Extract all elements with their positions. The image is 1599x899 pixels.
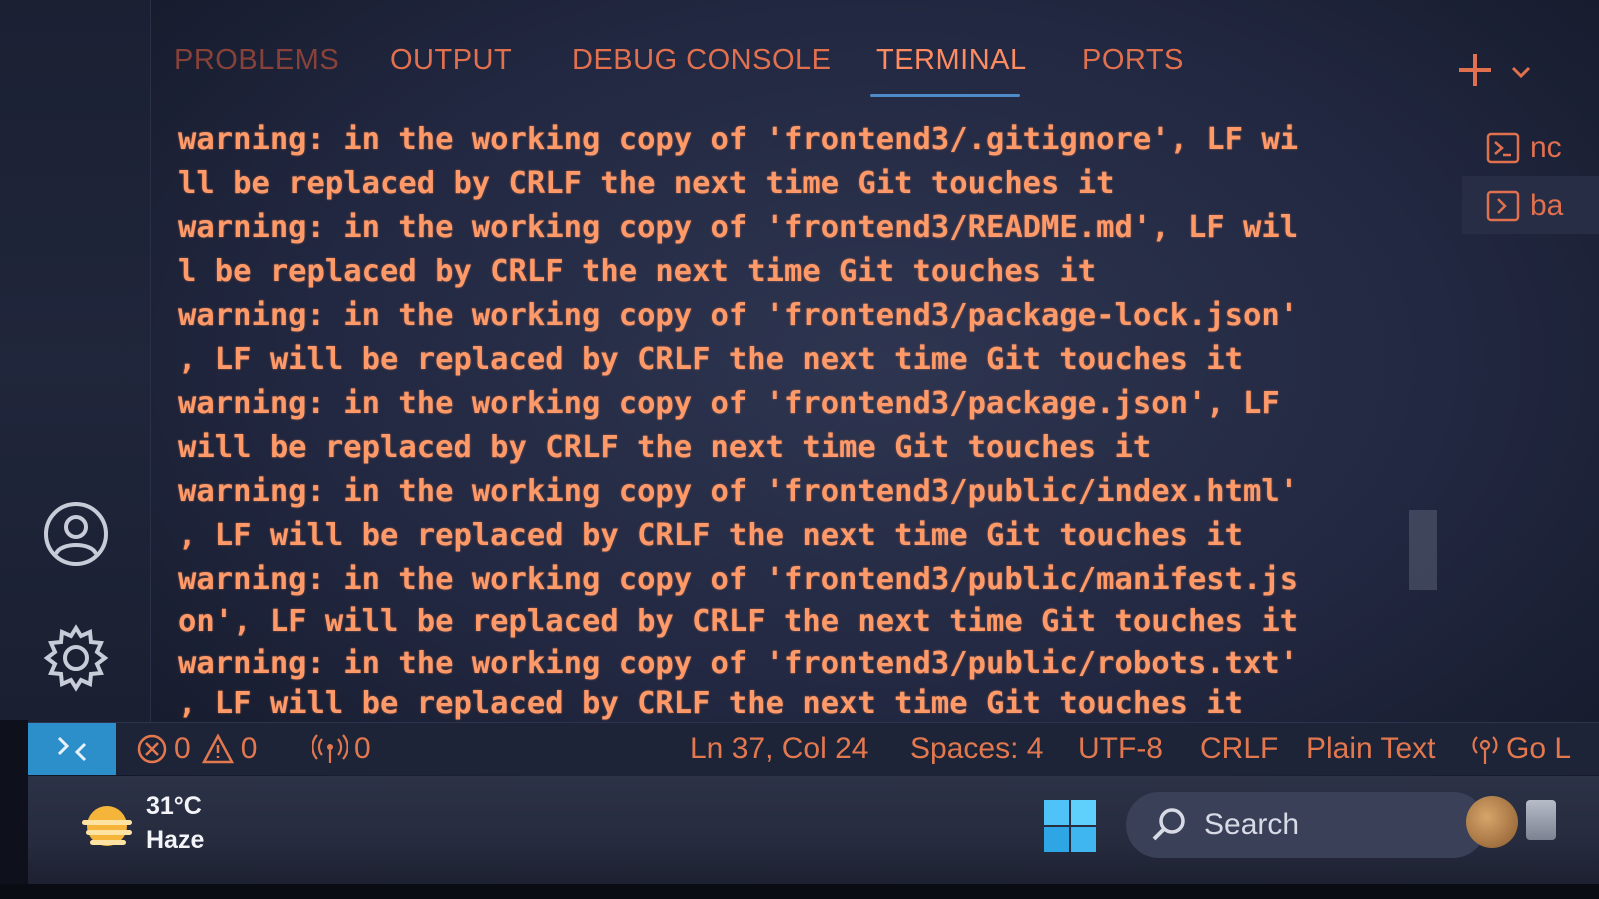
broadcast-icon <box>312 734 348 763</box>
app-icon[interactable] <box>1526 800 1556 840</box>
terminal-list-label: ba <box>1530 189 1564 222</box>
taskbar-apps <box>1466 794 1586 854</box>
terminal-line: , LF will be replaced by CRLF the next t… <box>178 518 1244 553</box>
start-button[interactable] <box>1042 798 1098 854</box>
terminal-line: l be replaced by CRLF the next time Git … <box>178 254 1097 289</box>
ports-count: 0 <box>354 732 371 765</box>
error-count: 0 <box>174 732 191 765</box>
terminal-line: , LF will be replaced by CRLF the next t… <box>178 342 1244 377</box>
ports-status[interactable]: 0 <box>312 723 371 775</box>
terminal-line: warning: in the working copy of 'fronten… <box>178 386 1280 421</box>
encoding-status[interactable]: UTF-8 <box>1078 723 1163 775</box>
problems-status[interactable]: 0 0 <box>136 723 257 775</box>
terminal-scrollbar[interactable] <box>1409 510 1437 590</box>
indentation-status[interactable]: Spaces: 4 <box>910 723 1043 775</box>
terminal-line: warning: in the working copy of 'fronten… <box>178 562 1299 597</box>
tab-problems[interactable]: PROBLEMS <box>174 44 339 77</box>
go-live-label: Go L <box>1506 732 1572 765</box>
terminal-line: warning: in the working copy of 'fronten… <box>178 122 1299 157</box>
bezel <box>0 884 1599 899</box>
activity-bar <box>0 0 151 732</box>
terminal-line: warning: in the working copy of 'fronten… <box>178 210 1299 245</box>
active-tab-indicator <box>870 94 1020 97</box>
weather-temperature: 31°C <box>146 792 202 820</box>
accounts-icon[interactable] <box>40 498 112 570</box>
terminal-list-label: nc <box>1530 131 1562 164</box>
tab-output[interactable]: OUTPUT <box>390 44 512 77</box>
taskbar-search[interactable]: Search <box>1126 792 1486 858</box>
chevron-down-icon[interactable] <box>1509 60 1533 84</box>
remote-indicator-button[interactable] <box>28 723 116 775</box>
status-bar: 0 0 0 Ln 37, Col 24 Spaces: 4 UTF-8 CRLF… <box>28 722 1599 775</box>
weather-condition: Haze <box>146 826 205 854</box>
go-live-icon <box>1472 736 1498 764</box>
language-mode[interactable]: Plain Text <box>1306 723 1436 775</box>
eol-status[interactable]: CRLF <box>1200 723 1278 775</box>
screen: PROBLEMS OUTPUT DEBUG CONSOLE TERMINAL P… <box>0 0 1599 899</box>
terminal-line: ll be replaced by CRLF the next time Git… <box>178 166 1115 201</box>
search-icon <box>1152 808 1185 841</box>
search-label: Search <box>1204 808 1300 841</box>
tab-debug-console[interactable]: DEBUG CONSOLE <box>572 44 832 77</box>
terminal-output[interactable]: warning: in the working copy of 'fronten… <box>150 108 1440 721</box>
terminal-list-item[interactable]: nc <box>1486 126 1562 170</box>
terminal-line: warning: in the working copy of 'fronten… <box>178 298 1299 333</box>
terminal-line: , LF will be replaced by CRLF the next t… <box>178 686 1244 721</box>
taskbar: 31°C Haze Search <box>28 776 1599 886</box>
panel-tabs: PROBLEMS OUTPUT DEBUG CONSOLE TERMINAL P… <box>150 30 1599 100</box>
terminal-line: warning: in the working copy of 'fronten… <box>178 646 1299 681</box>
remote-icon <box>57 736 87 762</box>
terminal-list: nc ba <box>1462 118 1599 238</box>
tab-terminal[interactable]: TERMINAL <box>876 44 1027 77</box>
avatar[interactable] <box>1466 796 1518 848</box>
new-terminal-plus-icon[interactable] <box>1455 50 1495 90</box>
panel-actions <box>1455 46 1545 96</box>
terminal-line: warning: in the working copy of 'fronten… <box>178 474 1299 509</box>
warning-count: 0 <box>240 732 258 765</box>
cursor-position[interactable]: Ln 37, Col 24 <box>690 723 868 775</box>
weather-widget[interactable]: 31°C Haze <box>78 792 258 862</box>
terminal-line: on', LF will be replaced by CRLF the nex… <box>178 604 1299 639</box>
terminal-icon <box>1486 190 1520 222</box>
gear-icon[interactable] <box>40 622 112 694</box>
error-icon <box>137 734 167 764</box>
haze-icon <box>82 806 132 846</box>
terminal-list-item[interactable]: ba <box>1486 184 1563 228</box>
tab-ports[interactable]: PORTS <box>1082 44 1184 77</box>
bezel <box>0 720 28 899</box>
warning-icon <box>201 733 234 764</box>
terminal-line: will be replaced by CRLF the next time G… <box>178 430 1152 465</box>
windows-logo-icon <box>1044 800 1096 852</box>
terminal-icon <box>1486 132 1520 164</box>
go-live-button[interactable]: Go L <box>1470 723 1571 775</box>
